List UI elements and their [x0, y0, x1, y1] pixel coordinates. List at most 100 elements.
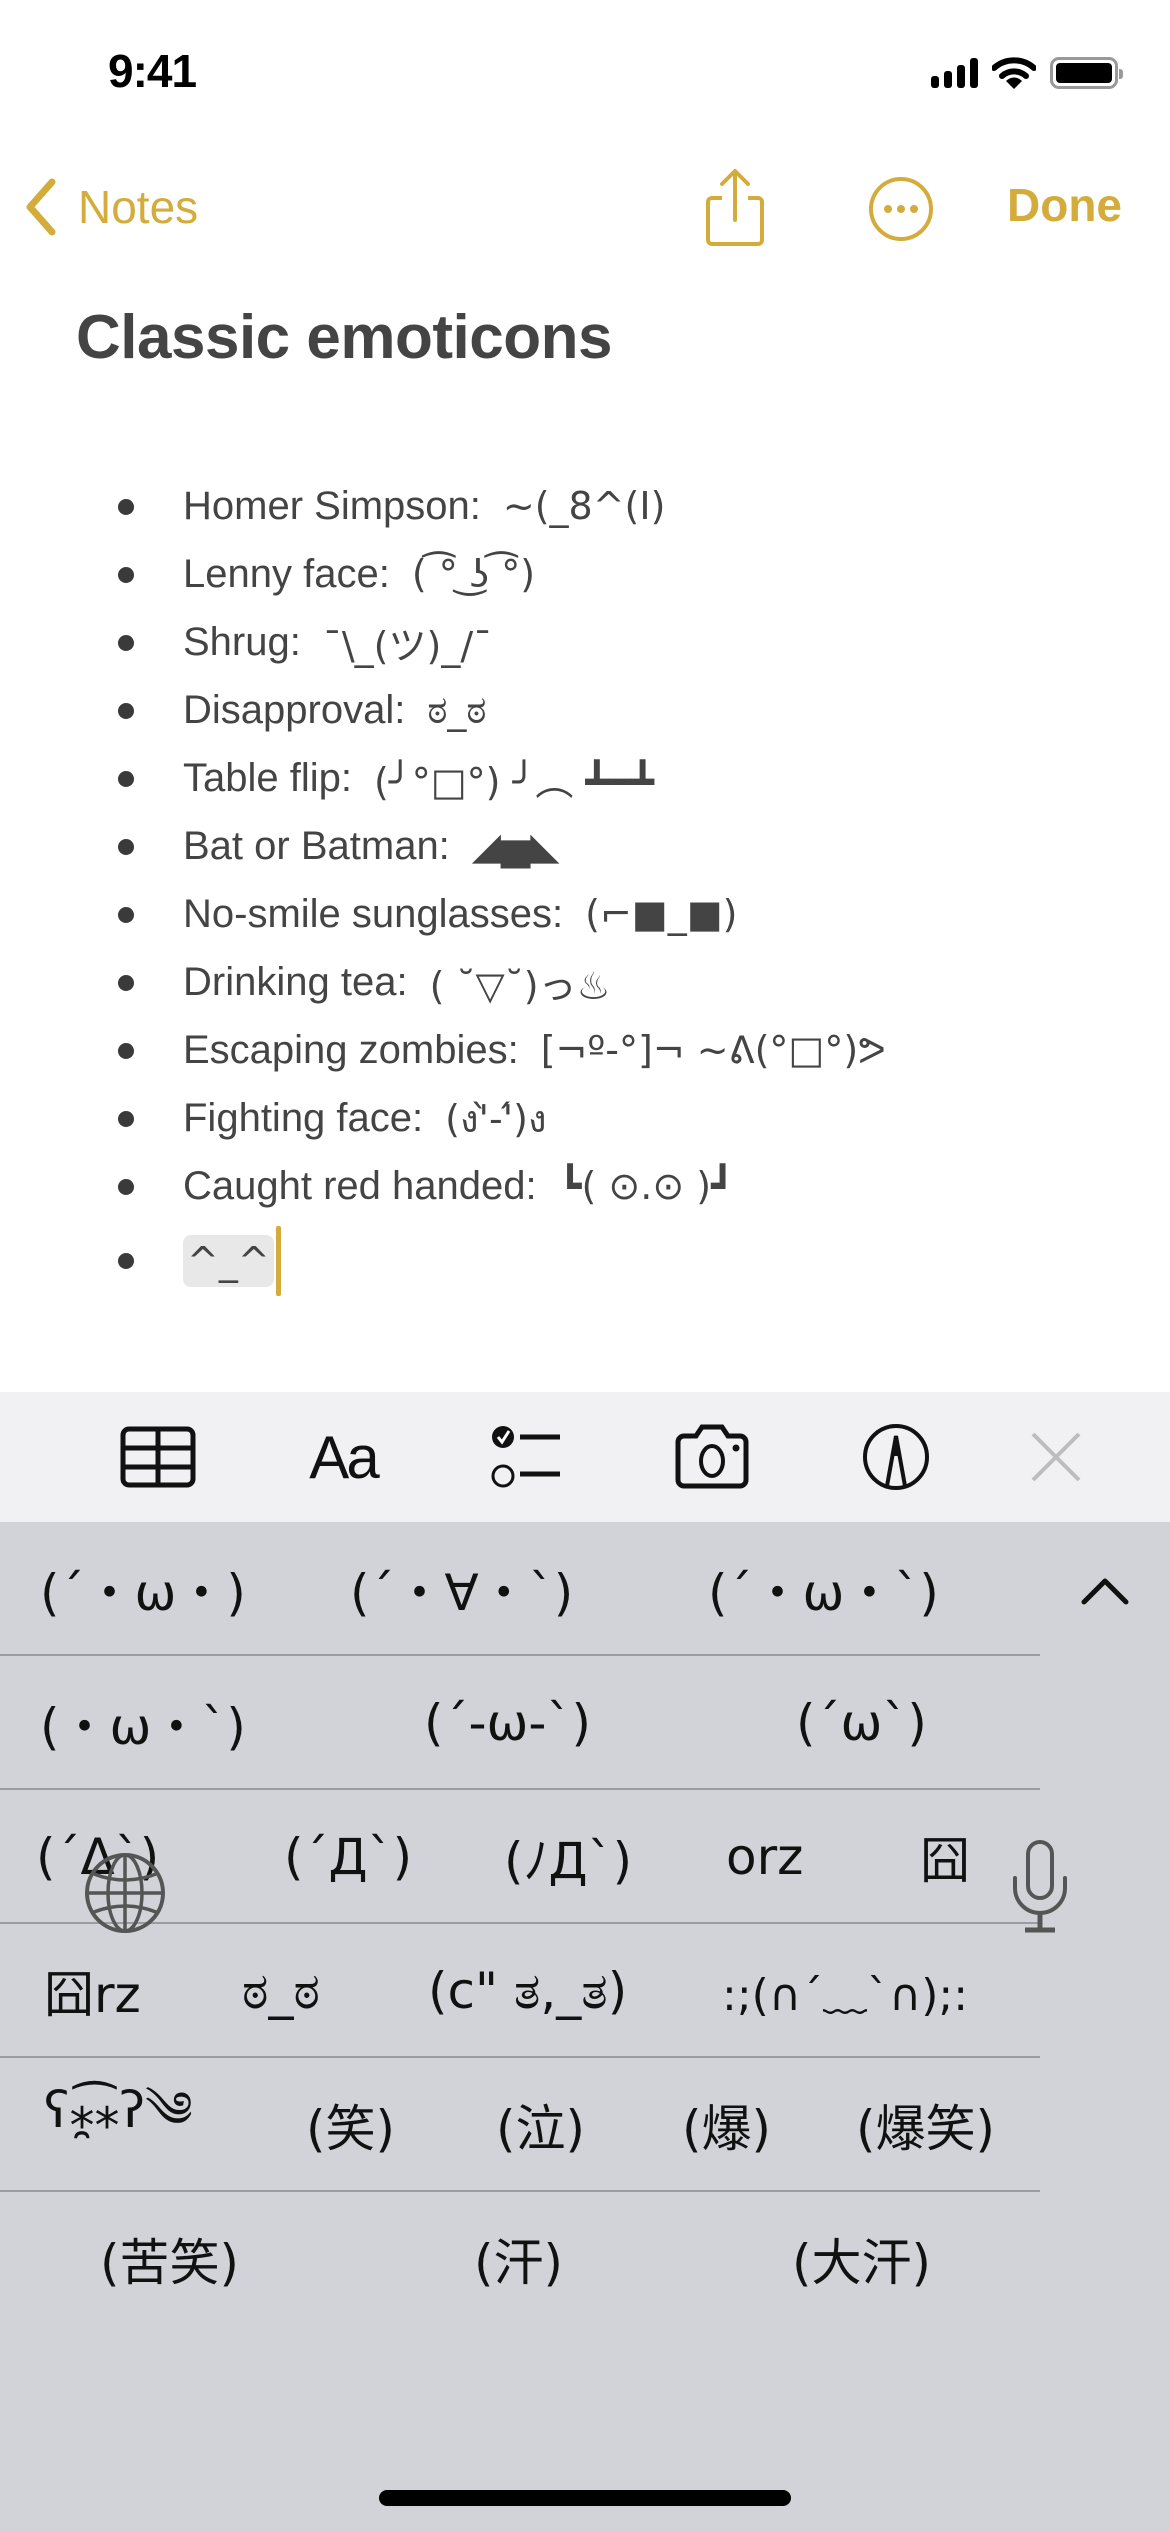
globe-icon	[85, 1853, 165, 1933]
candidate[interactable]: (´・ω・)	[40, 1522, 246, 1656]
markup-button[interactable]	[856, 1422, 936, 1492]
format-text-label: Aa	[309, 1423, 379, 1491]
text-cursor	[275, 1226, 281, 1296]
candidate[interactable]: (´-ω-`)	[424, 1656, 591, 1790]
item-label: Fighting face:	[183, 1095, 424, 1140]
item-emoticon: (╯°□°) ╯︵ ┻━┻	[373, 759, 655, 804]
more-button[interactable]	[866, 174, 936, 244]
item-emoticon: ( ͡° ͜ʖ ͡°)	[411, 552, 536, 596]
bullet	[118, 703, 134, 719]
list-item[interactable]: Homer Simpson: ~(_8^(I)	[0, 472, 1170, 540]
candidate[interactable]: (´・ω・`)	[708, 1522, 939, 1656]
done-button[interactable]: Done	[1007, 178, 1122, 232]
bullet	[118, 635, 134, 651]
item-label: Shrug:	[183, 619, 301, 664]
candidate[interactable]: (c" ತ,_ತ)	[428, 1924, 627, 2058]
bullet	[118, 567, 134, 583]
current-entry[interactable]: ^_^	[183, 1226, 281, 1296]
list-item[interactable]: Bat or Batman: ◢▅◣	[0, 812, 1170, 880]
candidate[interactable]: (´Д`)	[284, 1790, 412, 1924]
checklist-button[interactable]	[487, 1422, 567, 1492]
camera-button[interactable]	[672, 1422, 752, 1492]
candidate[interactable]: ಠ_ಠ	[242, 1924, 320, 2058]
list-item[interactable]: Shrug: ¯\_(ツ)_/¯	[0, 608, 1170, 676]
bullet	[118, 975, 134, 991]
candidate[interactable]: ʕ⁎̯͡⁎ʔ༄	[44, 2058, 193, 2192]
share-button[interactable]	[700, 168, 770, 248]
bullet	[118, 1043, 134, 1059]
emoticon-keyboard: (´・ω・) (´・∀・`) (´・ω・`) (・ω・`) (´-ω-`) (´…	[0, 1522, 1170, 2532]
candidate-row: ʕ⁎̯͡⁎ʔ༄ (笑) (泣) (爆) (爆笑)	[0, 2058, 1040, 2192]
candidate[interactable]: (汗)	[474, 2192, 563, 2326]
candidate[interactable]: (大汗)	[792, 2192, 931, 2326]
globe-button[interactable]	[82, 1850, 168, 1936]
candidate[interactable]: 囧rz	[44, 1924, 141, 2058]
list-item[interactable]: No-smile sunglasses: (⌐■_■)	[0, 880, 1170, 948]
list-item[interactable]: Caught red handed: ┗( ⊙.⊙ )┛	[0, 1152, 1170, 1220]
item-emoticon: [¬º-°]¬ ~ᕕ(°□°)ᕗ	[540, 1028, 886, 1072]
bullet	[118, 771, 134, 787]
list-item-current[interactable]: ^_^	[0, 1220, 1170, 1302]
status-icons	[931, 56, 1123, 90]
ellipsis-circle-icon	[869, 177, 933, 241]
home-indicator[interactable]	[379, 2490, 791, 2506]
list-item[interactable]: Lenny face: ( ͡° ͜ʖ ͡°)	[0, 540, 1170, 608]
bullet	[118, 839, 134, 855]
format-text-button[interactable]: Aa	[303, 1422, 383, 1492]
chevron-left-icon	[26, 178, 56, 236]
item-label: Escaping zombies:	[183, 1027, 519, 1072]
candidate[interactable]: (苦笑)	[100, 2192, 239, 2326]
table-icon	[120, 1426, 196, 1488]
markup-pen-icon	[863, 1424, 929, 1490]
list-item[interactable]: Fighting face: (ง'̀-'́)ง	[0, 1084, 1170, 1152]
bullet	[118, 1253, 134, 1269]
item-emoticon: ┗( ⊙.⊙ )┛	[558, 1164, 734, 1208]
candidate-row: (´・ω・) (´・∀・`) (´・ω・`)	[0, 1522, 1040, 1656]
item-label: No-smile sunglasses:	[183, 891, 564, 936]
candidate[interactable]: (ﾉД`)	[504, 1790, 632, 1924]
item-label: Caught red handed:	[183, 1163, 537, 1208]
candidate[interactable]: (泣)	[496, 2058, 585, 2192]
dictation-button[interactable]	[1005, 1838, 1075, 1938]
candidate[interactable]: :;(∩´﹏`∩);:	[722, 1924, 968, 2058]
candidate[interactable]: (´・∀・`)	[350, 1522, 573, 1656]
marked-text: ^_^	[183, 1235, 274, 1287]
item-emoticon: ಠ_ಠ	[427, 687, 487, 732]
item-label: Bat or Batman:	[183, 823, 450, 868]
microphone-icon	[1013, 1840, 1067, 1933]
format-toolbar: Aa	[0, 1392, 1170, 1522]
note-bullet-list[interactable]: Homer Simpson: ~(_8^(I) Lenny face: ( ͡° ͜…	[0, 472, 1170, 1302]
candidate[interactable]: 囧	[920, 1790, 970, 1924]
close-icon	[1031, 1432, 1081, 1482]
candidate-row: 囧rz ಠ_ಠ (c" ತ,_ತ) :;(∩´﹏`∩);:	[0, 1924, 1040, 2058]
bullet	[118, 1179, 134, 1195]
back-button[interactable]: Notes	[24, 178, 198, 236]
candidate[interactable]: (´ω`)	[796, 1656, 927, 1790]
camera-icon	[675, 1424, 749, 1489]
item-label: Disapproval:	[183, 687, 406, 732]
bullet	[118, 499, 134, 515]
list-item[interactable]: Drinking tea: ( ˘▽˘)っ♨	[0, 948, 1170, 1016]
list-item[interactable]: Disapproval: ಠ_ಠ	[0, 676, 1170, 744]
table-button[interactable]	[118, 1422, 198, 1492]
expand-candidates-button[interactable]	[1070, 1556, 1140, 1626]
candidate[interactable]: (爆笑)	[856, 2058, 995, 2192]
close-button[interactable]	[1016, 1422, 1096, 1492]
candidate[interactable]: (笑)	[306, 2058, 395, 2192]
item-emoticon: ( ˘▽˘)っ♨	[429, 963, 611, 1008]
battery-icon	[1050, 57, 1123, 89]
note-title[interactable]: Classic emoticons	[76, 302, 612, 373]
item-label: Drinking tea:	[183, 959, 408, 1004]
candidate[interactable]: (・ω・`)	[40, 1656, 246, 1790]
list-item[interactable]: Table flip: (╯°□°) ╯︵ ┻━┻	[0, 744, 1170, 812]
candidate[interactable]: orz	[726, 1790, 803, 1924]
checklist-icon	[491, 1426, 560, 1488]
item-emoticon: ◢▅◣	[471, 824, 560, 868]
item-emoticon: (⌐■_■)	[585, 892, 738, 936]
candidate-row: (苦笑) (汗) (大汗)	[0, 2192, 1040, 2326]
candidate[interactable]: (爆)	[682, 2058, 771, 2192]
cellular-signal-icon	[931, 58, 978, 88]
status-time: 9:41	[108, 45, 197, 97]
item-label: Lenny face:	[183, 551, 390, 596]
list-item[interactable]: Escaping zombies: [¬º-°]¬ ~ᕕ(°□°)ᕗ	[0, 1016, 1170, 1084]
